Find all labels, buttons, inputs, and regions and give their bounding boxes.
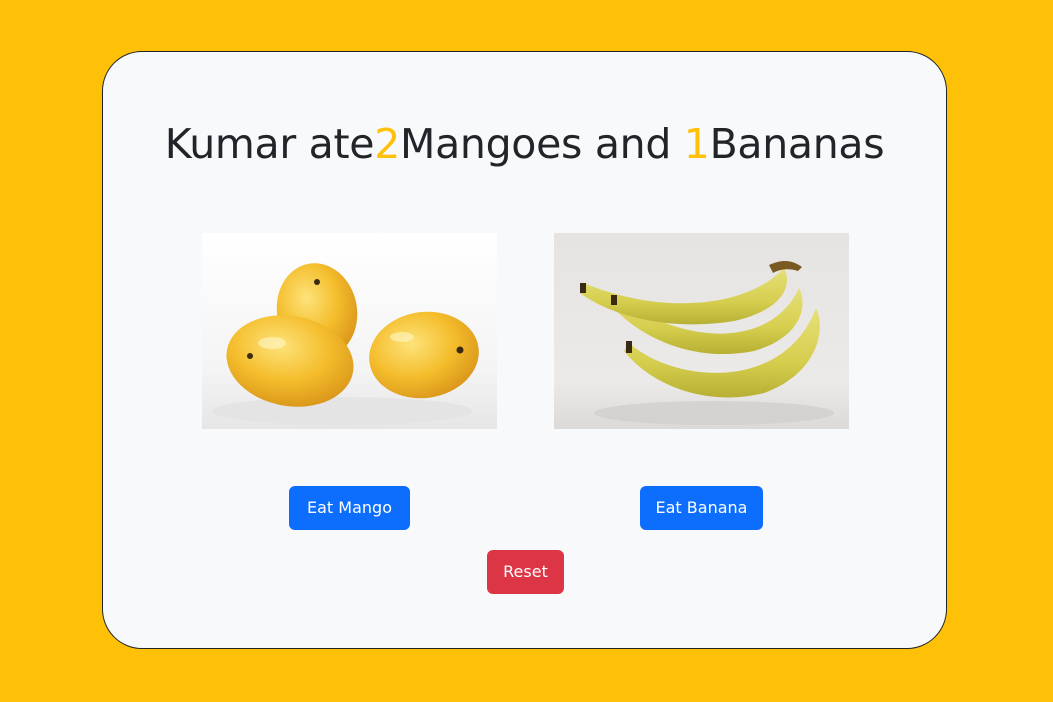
banana-label: Bananas — [709, 120, 885, 168]
mango-image — [202, 233, 497, 429]
eat-mango-button[interactable]: Eat Mango — [289, 486, 410, 530]
page-title: Kumar ate2Mangoes and 1Bananas — [103, 120, 946, 168]
title-prefix: Kumar ate — [164, 120, 375, 168]
banana-count: 1 — [683, 120, 710, 168]
mango-label: Mangoes and — [400, 120, 684, 168]
mango-count: 2 — [374, 120, 400, 168]
reset-button[interactable]: Reset — [487, 550, 564, 594]
banana-image — [554, 233, 849, 429]
fruit-counter-card: Kumar ate2Mangoes and 1Bananas Eat Mango… — [102, 51, 947, 649]
eat-banana-button[interactable]: Eat Banana — [640, 486, 763, 530]
